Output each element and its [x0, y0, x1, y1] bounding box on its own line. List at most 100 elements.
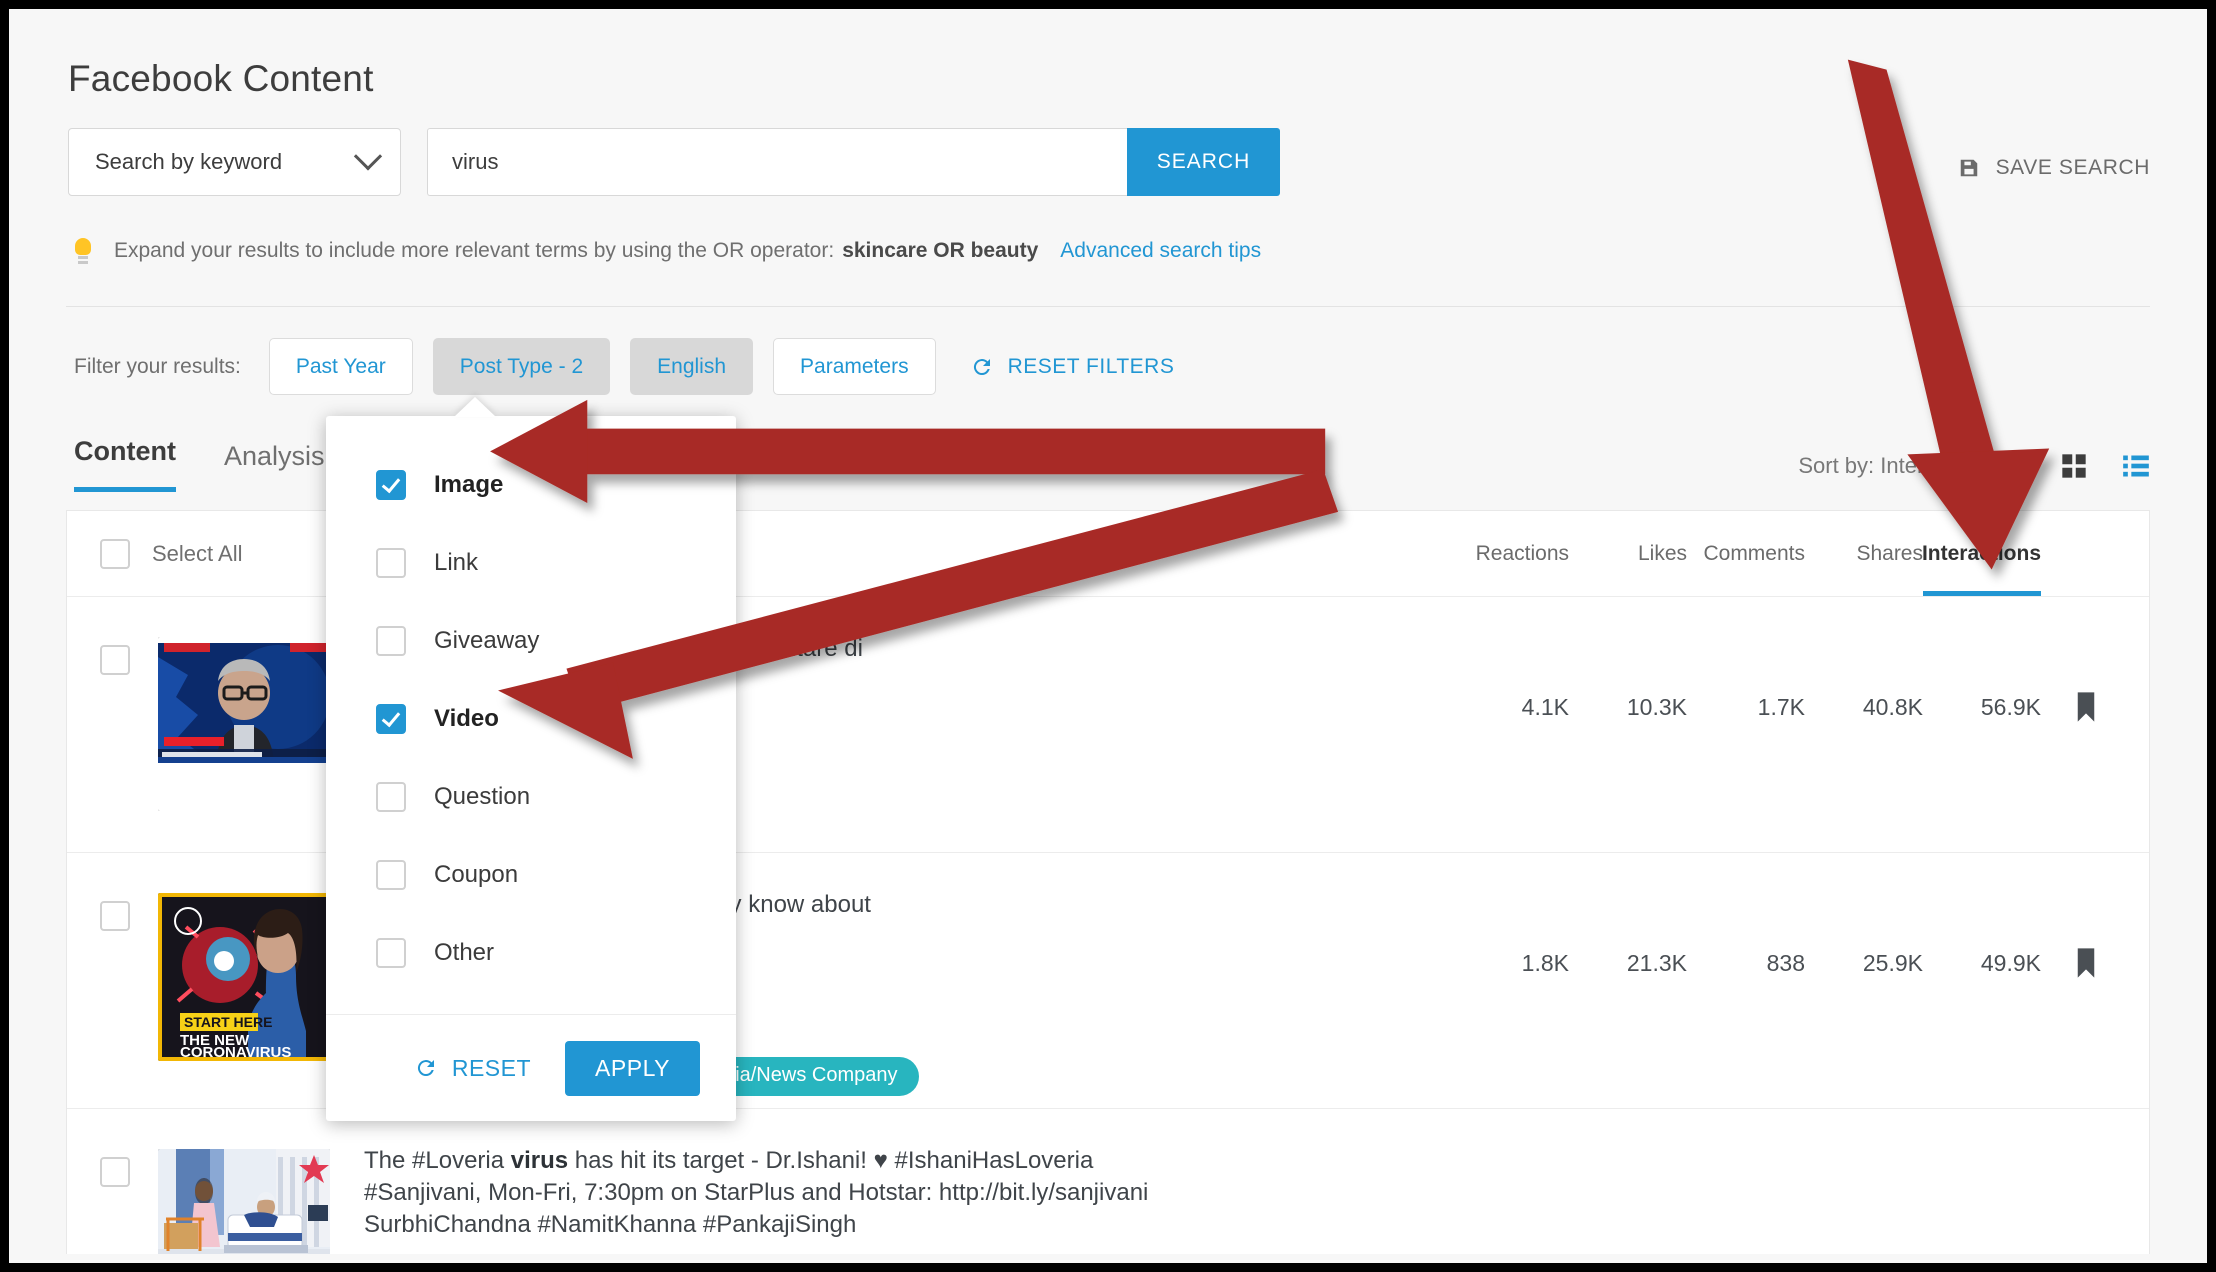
- select-all-control[interactable]: Select All: [100, 539, 243, 569]
- option-giveaway[interactable]: Giveaway: [326, 602, 736, 680]
- thumbnail-image: [158, 637, 330, 811]
- sort-by-dropdown[interactable]: Sort by: Interactions: [1798, 453, 2026, 479]
- row-checkbox[interactable]: [100, 645, 130, 675]
- svg-text:START HERE: START HERE: [184, 1014, 272, 1030]
- filter-parameters[interactable]: Parameters: [773, 338, 936, 395]
- metric-interactions: 49.9K: [1923, 950, 2041, 977]
- dropdown-reset-label: RESET: [452, 1055, 531, 1082]
- search-type-select[interactable]: Search by keyword: [68, 128, 401, 196]
- reset-filters-label: RESET FILTERS: [1008, 355, 1175, 379]
- view-toolbar: Sort by: Interactions: [1798, 452, 2150, 480]
- dropdown-reset-button[interactable]: RESET: [414, 1055, 531, 1082]
- dropdown-caret: [454, 397, 496, 417]
- option-coupon-checkbox[interactable]: [376, 860, 406, 890]
- chevron-down-icon: [2007, 450, 2030, 473]
- post-type-options: Image Link Giveaway Video Question Coupo…: [326, 416, 736, 1014]
- metric-likes: 21.3K: [1569, 950, 1687, 977]
- option-coupon[interactable]: Coupon: [326, 836, 736, 914]
- metric-reactions: 4.1K: [1451, 694, 1569, 721]
- bookmark-button[interactable]: [2041, 948, 2119, 978]
- option-link-checkbox[interactable]: [376, 548, 406, 578]
- search-box: SEARCH: [427, 128, 1280, 196]
- post-thumbnail[interactable]: [158, 1149, 330, 1254]
- metric-shares: 40.8K: [1805, 694, 1923, 721]
- search-button[interactable]: SEARCH: [1127, 128, 1280, 196]
- option-question-label: Question: [434, 783, 530, 811]
- metric-shares: 25.9K: [1805, 950, 1923, 977]
- post-text-line2: #Sanjivani, Mon-Fri, 7:30pm on StarPlus …: [364, 1179, 1148, 1206]
- metric-interactions: 56.9K: [1923, 694, 2041, 721]
- search-input[interactable]: [427, 128, 1127, 196]
- search-row: Search by keyword SEARCH: [68, 128, 1280, 196]
- bookmark-button[interactable]: [2041, 692, 2119, 722]
- option-question[interactable]: Question: [326, 758, 736, 836]
- column-shares[interactable]: Shares: [1805, 511, 1923, 596]
- option-image-checkbox[interactable]: [376, 470, 406, 500]
- post-thumbnail[interactable]: [158, 637, 330, 811]
- metric-likes: 10.3K: [1569, 694, 1687, 721]
- filter-past-year[interactable]: Past Year: [269, 338, 413, 395]
- refresh-icon: [414, 1056, 438, 1080]
- header-divider: [66, 306, 2150, 307]
- post-text-line3: SurbhiChandna #NamitKhanna #PankajiSingh: [364, 1211, 856, 1238]
- list-view-icon[interactable]: [2122, 452, 2150, 480]
- advanced-search-tips-link[interactable]: Advanced search tips: [1060, 239, 1261, 263]
- column-comments[interactable]: Comments: [1687, 511, 1805, 596]
- option-image[interactable]: Image: [326, 446, 736, 524]
- arrow-to-interactions: [1848, 60, 2049, 570]
- option-image-label: Image: [434, 471, 503, 499]
- lightbulb-icon: [74, 238, 92, 264]
- option-video-label: Video: [434, 705, 499, 733]
- select-all-label: Select All: [152, 541, 243, 567]
- save-search-button[interactable]: SAVE SEARCH: [1958, 156, 2150, 180]
- option-video[interactable]: Video: [326, 680, 736, 758]
- tab-analysis[interactable]: Analysis: [224, 441, 325, 492]
- reset-filters-button[interactable]: RESET FILTERS: [970, 355, 1175, 379]
- post-type-dropdown-panel: Image Link Giveaway Video Question Coupo…: [326, 416, 736, 1121]
- option-other-checkbox[interactable]: [376, 938, 406, 968]
- dropdown-apply-button[interactable]: APPLY: [565, 1041, 700, 1096]
- screenshot-frame: Facebook Content Search by keyword SEARC…: [0, 0, 2216, 1272]
- search-tip: Expand your results to include more rele…: [74, 238, 1261, 264]
- row-checkbox[interactable]: [100, 1157, 130, 1187]
- thumbnail-image: [158, 1149, 330, 1254]
- option-giveaway-checkbox[interactable]: [376, 626, 406, 656]
- filter-language[interactable]: English: [630, 338, 753, 395]
- option-link-label: Link: [434, 549, 478, 577]
- grid-view-icon[interactable]: [2060, 452, 2088, 480]
- save-search-label: SAVE SEARCH: [1996, 156, 2150, 180]
- metric-reactions: 1.8K: [1451, 950, 1569, 977]
- metric-comments: 1.7K: [1687, 694, 1805, 721]
- save-disk-icon: [1958, 157, 1980, 179]
- dropdown-footer: RESET APPLY: [326, 1014, 736, 1121]
- search-type-label: Search by keyword: [95, 149, 282, 175]
- option-video-checkbox[interactable]: [376, 704, 406, 734]
- svg-text:CORONAVIRUS: CORONAVIRUS: [180, 1044, 291, 1061]
- post-text: The #Loveria virus has hit its target - …: [364, 1145, 1424, 1241]
- filter-post-type[interactable]: Post Type - 2: [433, 338, 610, 395]
- tab-bar: Content Analysis: [74, 436, 325, 492]
- column-reactions[interactable]: Reactions: [1451, 511, 1569, 596]
- column-likes[interactable]: Likes: [1569, 511, 1687, 596]
- select-all-checkbox[interactable]: [100, 539, 130, 569]
- post-thumbnail[interactable]: START HERE THE NEW CORONAVIRUS: [158, 893, 330, 1061]
- row-metrics: 4.1K 10.3K 1.7K 40.8K 56.9K: [1451, 692, 2119, 722]
- bookmark-icon: [2075, 692, 2097, 722]
- post-body: The #Loveria virus has hit its target - …: [364, 1145, 2149, 1241]
- post-text-keyword: virus: [511, 1147, 568, 1174]
- tab-content[interactable]: Content: [74, 436, 176, 492]
- row-checkbox[interactable]: [100, 901, 130, 931]
- bookmark-icon: [2075, 948, 2097, 978]
- post-text-rest: has hit its target - Dr.Ishani! ♥ #Ishan…: [568, 1147, 1093, 1174]
- option-link[interactable]: Link: [326, 524, 736, 602]
- option-question-checkbox[interactable]: [376, 782, 406, 812]
- chevron-down-icon: [354, 142, 382, 170]
- app-viewport: Facebook Content Search by keyword SEARC…: [18, 18, 2198, 1254]
- option-coupon-label: Coupon: [434, 861, 518, 889]
- column-interactions[interactable]: Interactions: [1923, 511, 2041, 596]
- sort-by-label: Sort by: Interactions: [1798, 453, 1994, 479]
- page-title: Facebook Content: [68, 58, 374, 100]
- filter-bar: Filter your results: Past Year Post Type…: [74, 338, 1174, 395]
- post-text-plain: The #Loveria: [364, 1147, 511, 1174]
- option-other[interactable]: Other: [326, 914, 736, 992]
